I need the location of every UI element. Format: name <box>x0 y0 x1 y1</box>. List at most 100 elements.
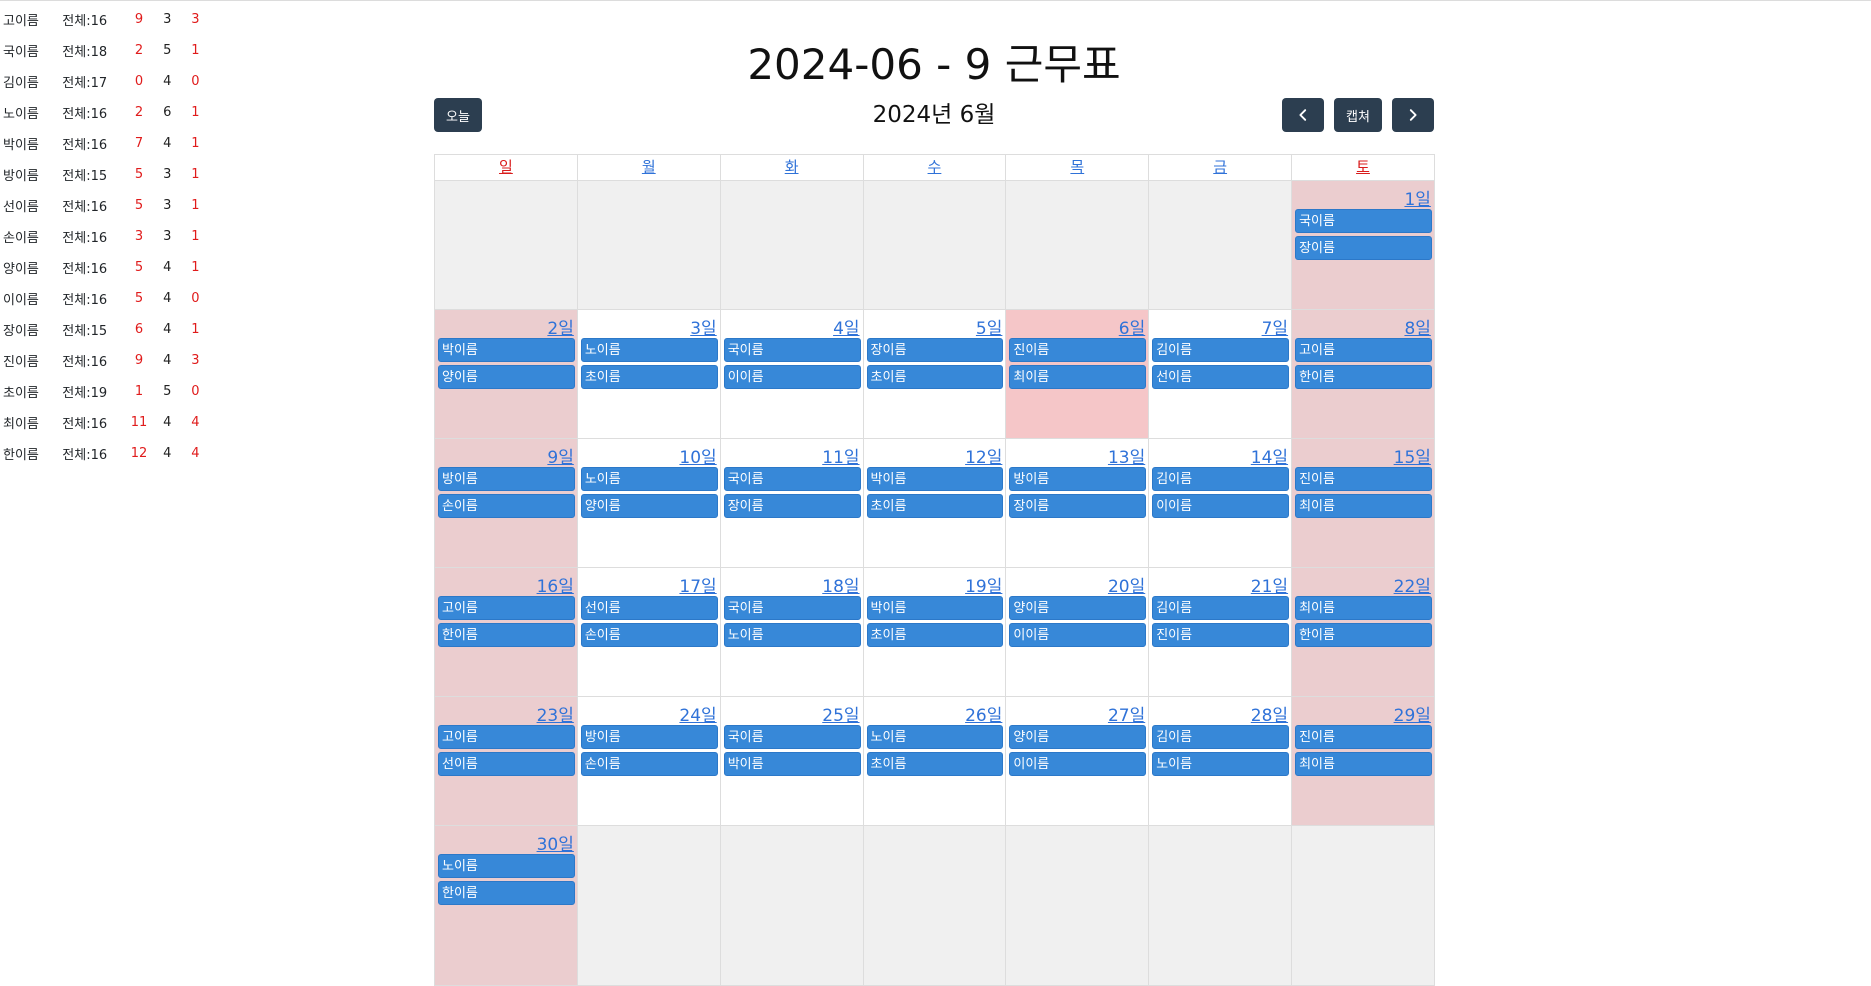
shift-event[interactable]: 진이름 <box>1295 725 1432 749</box>
day-number-link[interactable]: 29일 <box>1394 701 1431 726</box>
shift-event[interactable]: 초이름 <box>866 623 1004 647</box>
shift-event[interactable]: 최이름 <box>1009 365 1147 389</box>
shift-event[interactable]: 노이름 <box>580 467 718 491</box>
day-number-link[interactable]: 16일 <box>537 572 574 597</box>
shift-event[interactable]: 선이름 <box>580 596 718 620</box>
shift-event[interactable]: 최이름 <box>1295 596 1432 620</box>
day-number-link[interactable]: 10일 <box>679 443 716 468</box>
day-number-link[interactable]: 19일 <box>965 572 1002 597</box>
shift-event[interactable]: 고이름 <box>1295 338 1432 362</box>
shift-event[interactable]: 이이름 <box>1009 752 1147 776</box>
day-number-link[interactable]: 3일 <box>690 314 716 339</box>
shift-event[interactable]: 김이름 <box>1152 725 1290 749</box>
shift-event[interactable]: 이이름 <box>1009 623 1147 647</box>
shift-event[interactable]: 국이름 <box>1295 209 1432 233</box>
day-number-link[interactable]: 21일 <box>1251 572 1288 597</box>
shift-event[interactable]: 초이름 <box>866 494 1004 518</box>
shift-event[interactable]: 이이름 <box>1152 494 1290 518</box>
shift-event[interactable]: 국이름 <box>723 467 861 491</box>
day-number-link[interactable]: 13일 <box>1108 443 1145 468</box>
day-number-link[interactable]: 26일 <box>965 701 1002 726</box>
shift-event[interactable]: 손이름 <box>580 752 718 776</box>
shift-event[interactable]: 박이름 <box>438 338 575 362</box>
shift-event[interactable]: 손이름 <box>438 494 575 518</box>
shift-event[interactable]: 노이름 <box>723 623 861 647</box>
shift-event[interactable]: 한이름 <box>1295 365 1432 389</box>
shift-event[interactable]: 진이름 <box>1152 623 1290 647</box>
shift-event[interactable]: 박이름 <box>866 467 1004 491</box>
shift-event[interactable]: 선이름 <box>438 752 575 776</box>
day-number-link[interactable]: 7일 <box>1262 314 1288 339</box>
shift-event[interactable]: 방이름 <box>580 725 718 749</box>
shift-event[interactable]: 초이름 <box>866 365 1004 389</box>
day-number-link[interactable]: 2일 <box>547 314 573 339</box>
day-number-link[interactable]: 14일 <box>1251 443 1288 468</box>
shift-event[interactable]: 진이름 <box>1295 467 1432 491</box>
shift-event[interactable]: 방이름 <box>1009 467 1147 491</box>
day-number-link[interactable]: 17일 <box>679 572 716 597</box>
day-number-link[interactable]: 1일 <box>1404 185 1430 210</box>
shift-event[interactable]: 양이름 <box>1009 725 1147 749</box>
shift-event[interactable]: 최이름 <box>1295 752 1432 776</box>
capture-button[interactable]: 캡쳐 <box>1334 98 1382 132</box>
day-number-link[interactable]: 15일 <box>1394 443 1431 468</box>
day-number-link[interactable]: 18일 <box>822 572 859 597</box>
day-number-link[interactable]: 8일 <box>1404 314 1430 339</box>
day-number-link[interactable]: 24일 <box>679 701 716 726</box>
shift-event[interactable]: 김이름 <box>1152 596 1290 620</box>
shift-event[interactable]: 양이름 <box>580 494 718 518</box>
shift-event[interactable]: 한이름 <box>438 623 575 647</box>
day-number-link[interactable]: 12일 <box>965 443 1002 468</box>
day-number-link[interactable]: 9일 <box>547 443 573 468</box>
shift-event[interactable]: 노이름 <box>866 725 1004 749</box>
shift-event[interactable]: 장이름 <box>1009 494 1147 518</box>
shift-event[interactable]: 최이름 <box>1295 494 1432 518</box>
shift-event[interactable]: 고이름 <box>438 596 575 620</box>
day-number-link[interactable]: 20일 <box>1108 572 1145 597</box>
day-of-week-header-cell[interactable]: 토 <box>1292 155 1435 181</box>
next-month-button[interactable] <box>1392 98 1434 132</box>
day-number-link[interactable]: 22일 <box>1394 572 1431 597</box>
shift-event[interactable]: 이이름 <box>723 365 861 389</box>
shift-event[interactable]: 김이름 <box>1152 467 1290 491</box>
day-of-week-header-cell[interactable]: 일 <box>435 155 578 181</box>
day-of-week-header-cell[interactable]: 수 <box>863 155 1007 181</box>
shift-event[interactable]: 초이름 <box>866 752 1004 776</box>
today-button[interactable]: 오늘 <box>434 98 482 132</box>
prev-month-button[interactable] <box>1282 98 1324 132</box>
day-of-week-header-cell[interactable]: 목 <box>1006 155 1150 181</box>
day-of-week-header-cell[interactable]: 금 <box>1149 155 1293 181</box>
day-of-week-header-cell[interactable]: 월 <box>577 155 721 181</box>
day-number-link[interactable]: 23일 <box>537 701 574 726</box>
shift-event[interactable]: 국이름 <box>723 596 861 620</box>
shift-event[interactable]: 김이름 <box>1152 338 1290 362</box>
day-number-link[interactable]: 27일 <box>1108 701 1145 726</box>
shift-event[interactable]: 양이름 <box>1009 596 1147 620</box>
shift-event[interactable]: 진이름 <box>1009 338 1147 362</box>
shift-event[interactable]: 노이름 <box>438 854 575 878</box>
shift-event[interactable]: 장이름 <box>723 494 861 518</box>
day-number-link[interactable]: 30일 <box>537 830 574 855</box>
shift-event[interactable]: 국이름 <box>723 338 861 362</box>
day-number-link[interactable]: 25일 <box>822 701 859 726</box>
day-number-link[interactable]: 5일 <box>976 314 1002 339</box>
shift-event[interactable]: 장이름 <box>1295 236 1432 260</box>
shift-event[interactable]: 장이름 <box>866 338 1004 362</box>
shift-event[interactable]: 양이름 <box>438 365 575 389</box>
shift-event[interactable]: 박이름 <box>723 752 861 776</box>
shift-event[interactable]: 한이름 <box>1295 623 1432 647</box>
day-of-week-header-cell[interactable]: 화 <box>720 155 864 181</box>
day-number-link[interactable]: 11일 <box>822 443 859 468</box>
shift-event[interactable]: 손이름 <box>580 623 718 647</box>
day-number-link[interactable]: 4일 <box>833 314 859 339</box>
day-number-link[interactable]: 6일 <box>1119 314 1145 339</box>
shift-event[interactable]: 선이름 <box>1152 365 1290 389</box>
shift-event[interactable]: 방이름 <box>438 467 575 491</box>
shift-event[interactable]: 국이름 <box>723 725 861 749</box>
day-number-link[interactable]: 28일 <box>1251 701 1288 726</box>
shift-event[interactable]: 고이름 <box>438 725 575 749</box>
shift-event[interactable]: 한이름 <box>438 881 575 905</box>
shift-event[interactable]: 노이름 <box>580 338 718 362</box>
shift-event[interactable]: 초이름 <box>580 365 718 389</box>
shift-event[interactable]: 박이름 <box>866 596 1004 620</box>
